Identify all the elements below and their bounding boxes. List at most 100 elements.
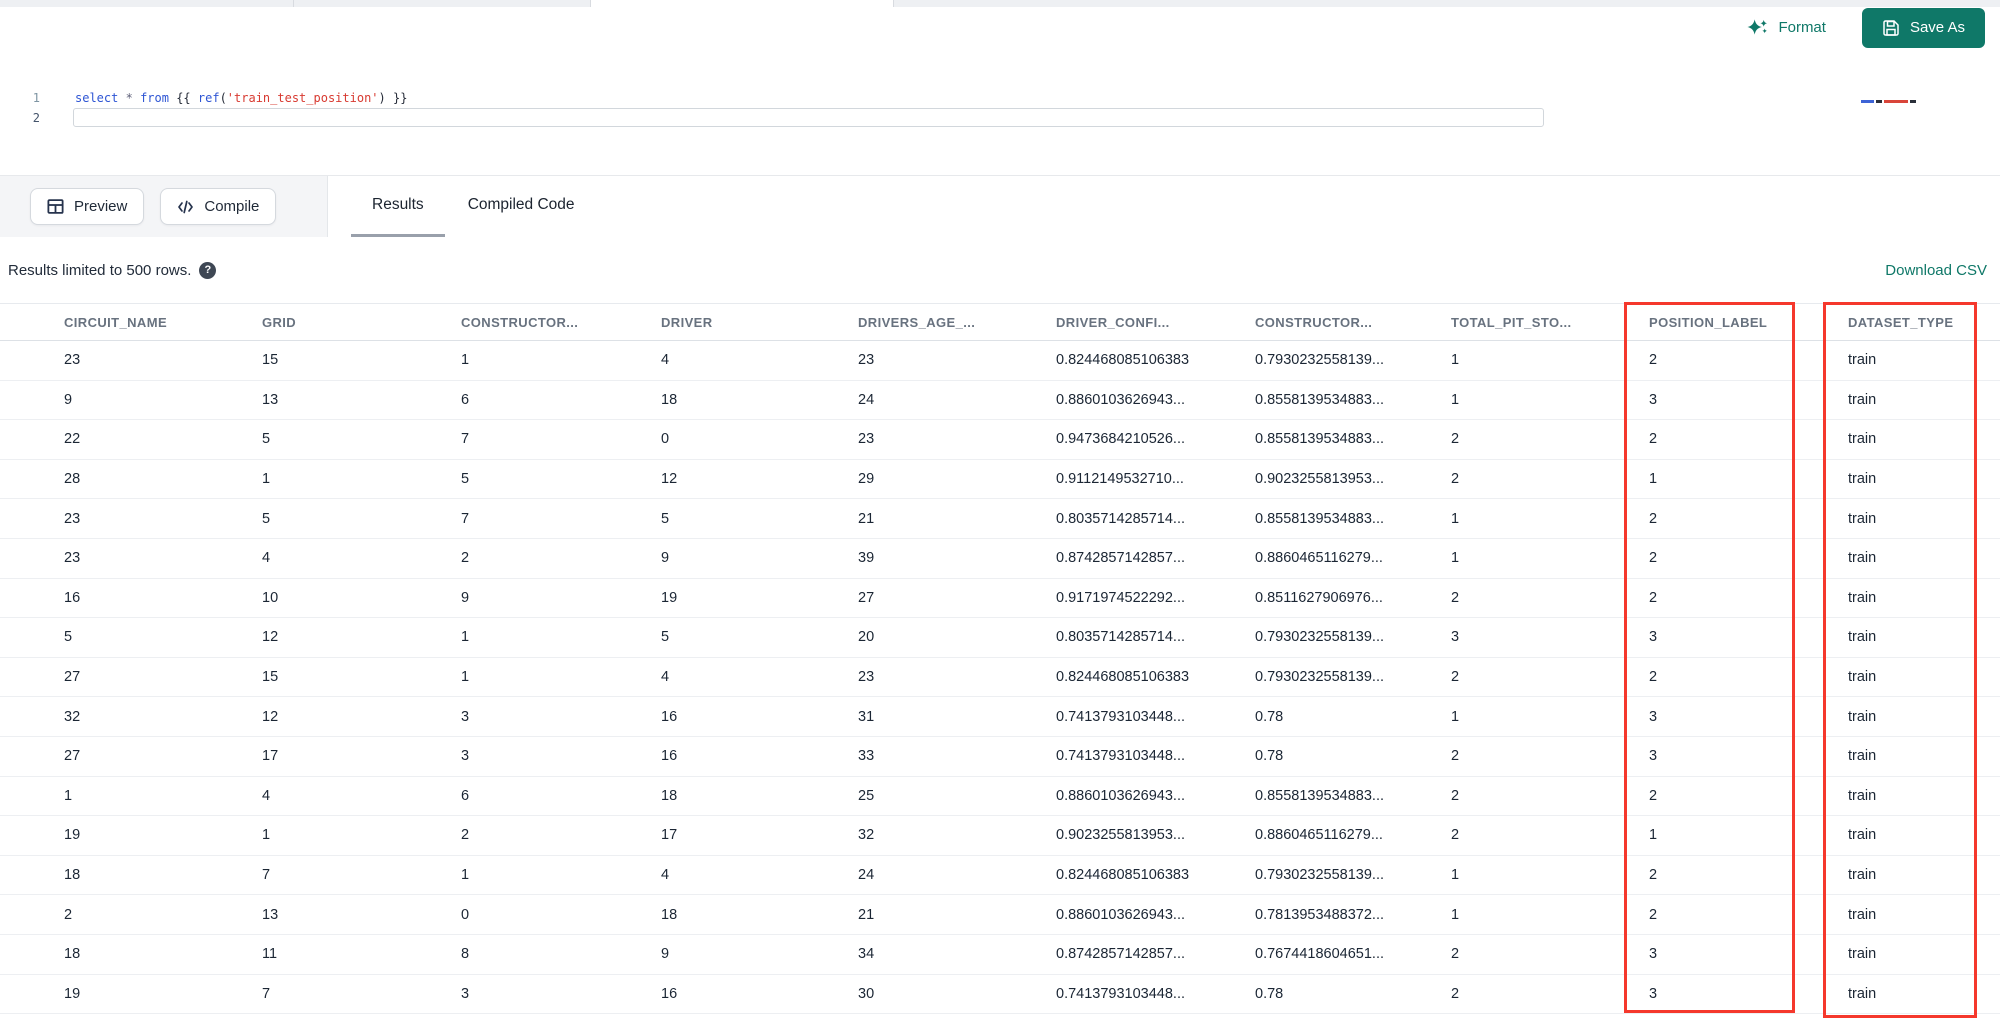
table-cell: 23 <box>64 510 81 527</box>
table-cell: 17 <box>661 827 678 844</box>
table-cell: 12 <box>262 629 279 646</box>
download-csv-link[interactable]: Download CSV <box>1885 262 1987 279</box>
tab-compiled-code[interactable]: Compiled Code <box>447 176 596 237</box>
table-cell: 0.8035714285714... <box>1056 510 1186 527</box>
column-header: POSITION_LABEL <box>1649 314 1768 330</box>
table-cell: 0.8558139534883... <box>1255 431 1385 448</box>
table-row: 18 7 1 4 24 0.824468085106383 0.7930232558139.… <box>0 856 2000 896</box>
column-header: DRIVERS_AGE_... <box>858 314 976 330</box>
table-cell: 39 <box>858 550 875 567</box>
table-cell: 2 <box>1451 787 1460 804</box>
table-cell: 13 <box>262 906 279 923</box>
format-button[interactable]: Format <box>1747 18 1826 38</box>
table-cell: train <box>1848 629 1877 646</box>
code-token: select <box>75 91 119 105</box>
table-cell: 4 <box>262 787 271 804</box>
table-cell: 1 <box>461 669 470 686</box>
table-cell: 1 <box>1451 708 1460 725</box>
table-cell: 7 <box>461 510 470 527</box>
table-cell: 2 <box>1649 867 1658 884</box>
table-cell: 9 <box>64 391 73 408</box>
code-editor[interactable]: 1 2 select * from {{ ref('train_test_pos… <box>0 48 2000 175</box>
file-tab-strip <box>0 0 2000 7</box>
table-cell: train <box>1848 589 1877 606</box>
ide-page: Format Save As 1 2 select * from {{ ref(… <box>0 0 2000 1020</box>
table-cell: 18 <box>661 906 678 923</box>
table-cell: 23 <box>858 669 875 686</box>
compile-button[interactable]: Compile <box>160 188 277 225</box>
column-header: CIRCUIT_NAME <box>64 314 168 330</box>
table-cell: train <box>1848 787 1877 804</box>
active-file-tab[interactable] <box>591 0 893 7</box>
table-cell: 0.78 <box>1255 748 1284 765</box>
table-cell: 29 <box>858 471 875 488</box>
table-row: 27 15 1 4 23 0.824468085106383 0.7930232558139… <box>0 658 2000 698</box>
table-cell: 2 <box>1451 669 1460 686</box>
table-cell: 20 <box>858 629 875 646</box>
code-token: from <box>140 91 169 105</box>
table-cell: train <box>1848 708 1877 725</box>
table-cell: 0.8742857142857... <box>1056 946 1186 963</box>
table-cell: train <box>1848 431 1877 448</box>
table-cell: train <box>1848 669 1877 686</box>
table-cell: 16 <box>661 708 678 725</box>
save-as-button[interactable]: Save As <box>1861 7 1985 48</box>
tab-divider <box>893 0 894 7</box>
table-cell: 0.8035714285714... <box>1056 629 1186 646</box>
column-header: DRIVER_CONFI... <box>1056 314 1170 330</box>
table-cell: 12 <box>661 471 678 488</box>
table-cell: 33 <box>858 748 875 765</box>
table-cell: 5 <box>262 510 271 527</box>
table-row: 28 1 5 12 29 0.9112149532710... 0.902325581395… <box>0 460 2000 500</box>
column-header: CONSTRUCTOR... <box>1255 314 1373 330</box>
table-cell: train <box>1848 867 1877 884</box>
table-cell: 2 <box>1649 352 1658 369</box>
table-cell: 0 <box>661 431 670 448</box>
code-icon <box>177 199 194 215</box>
table-cell: 7 <box>461 431 470 448</box>
cursor-line-box[interactable] <box>73 108 1544 127</box>
table-cell: train <box>1848 471 1877 488</box>
table-body: 23 15 1 4 23 0.824468085106383 0.7930232558139… <box>0 341 2000 1015</box>
table-cell: 5 <box>262 431 271 448</box>
table-row: 23 4 2 9 39 0.8742857142857... 0.8860465116279… <box>0 539 2000 579</box>
table-cell: 3 <box>1649 748 1658 765</box>
help-icon[interactable]: ? <box>199 261 217 279</box>
table-cell: 32 <box>64 708 81 725</box>
table-cell: 0.8742857142857... <box>1056 550 1186 567</box>
table-cell: 0.9473684210526... <box>1056 431 1186 448</box>
line-number-1: 1 <box>32 91 40 105</box>
table-cell: train <box>1848 391 1877 408</box>
table-cell: 2 <box>1451 827 1460 844</box>
table-cell: 1 <box>1451 510 1460 527</box>
code-line[interactable]: select * from {{ ref('train_test_positio… <box>75 88 407 108</box>
table-cell: 24 <box>858 867 875 884</box>
preview-button[interactable]: Preview <box>30 188 145 225</box>
table-row: 22 5 7 0 23 0.9473684210526... 0.8558139534883… <box>0 420 2000 460</box>
table-cell: 0.824468085106383 <box>1056 867 1190 884</box>
table-cell: 0.7930232558139... <box>1255 629 1385 646</box>
table-cell: 0.7413793103448... <box>1056 708 1186 725</box>
table-cell: 0.7930232558139... <box>1255 352 1385 369</box>
table-cell: train <box>1848 985 1877 1002</box>
table-cell: 32 <box>858 827 875 844</box>
table-cell: train <box>1848 352 1877 369</box>
table-cell: 11 <box>262 946 278 963</box>
table-cell: 28 <box>64 471 81 488</box>
table-cell: 0.8860103626943... <box>1056 787 1186 804</box>
table-cell: 2 <box>1451 589 1460 606</box>
table-cell: 2 <box>1451 985 1460 1002</box>
table-cell: 1 <box>64 787 73 804</box>
save-as-label: Save As <box>1909 19 1965 36</box>
tab-results[interactable]: Results <box>351 176 445 237</box>
table-cell: 2 <box>1649 787 1658 804</box>
tab-divider <box>590 0 591 7</box>
table-row: 16 10 9 19 27 0.9171974522292... 0.85116279069… <box>0 579 2000 619</box>
table-cell: 24 <box>858 391 875 408</box>
table-cell: 6 <box>461 391 470 408</box>
table-cell: 0.8860103626943... <box>1056 906 1186 923</box>
table-cell: 2 <box>1649 550 1658 567</box>
editor-minimap[interactable] <box>1861 100 1916 103</box>
table-cell: 2 <box>1649 589 1658 606</box>
table-cell: 0.9023255813953... <box>1056 827 1186 844</box>
